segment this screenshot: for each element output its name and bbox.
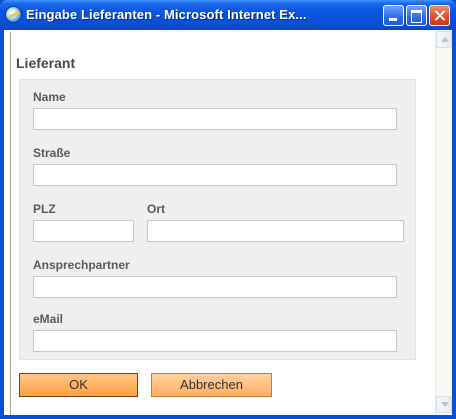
- email-label: eMail: [33, 312, 64, 326]
- ort-label: Ort: [147, 202, 165, 216]
- ansprechpartner-label: Ansprechpartner: [33, 258, 130, 272]
- close-button[interactable]: [429, 5, 450, 26]
- vertical-scrollbar[interactable]: [435, 30, 452, 415]
- window-title: Eingabe Lieferanten - Microsoft Internet…: [26, 7, 307, 22]
- strasse-label: Straße: [33, 146, 71, 160]
- scroll-up-icon[interactable]: [436, 31, 452, 48]
- cancel-button[interactable]: Abbrechen: [151, 373, 272, 397]
- minimize-button[interactable]: [383, 5, 404, 26]
- internet-explorer-icon: [5, 6, 22, 23]
- page-content: Lieferant Name Straße PLZ Ort Ansprechpa…: [4, 30, 435, 415]
- name-field[interactable]: [33, 108, 397, 130]
- browser-popup-window: Eingabe Lieferanten - Microsoft Internet…: [0, 0, 456, 419]
- scroll-down-icon[interactable]: [436, 396, 452, 413]
- plz-label: PLZ: [33, 202, 56, 216]
- strasse-field[interactable]: [33, 164, 397, 186]
- title-bar[interactable]: Eingabe Lieferanten - Microsoft Internet…: [0, 0, 456, 30]
- client-area: Lieferant Name Straße PLZ Ort Ansprechpa…: [4, 30, 452, 415]
- email-field[interactable]: [33, 330, 397, 352]
- name-label: Name: [33, 90, 66, 104]
- plz-field[interactable]: [33, 220, 134, 242]
- ansprechpartner-field[interactable]: [33, 276, 397, 298]
- section-title: Lieferant: [16, 55, 76, 71]
- maximize-button[interactable]: [406, 5, 427, 26]
- ort-field[interactable]: [147, 220, 404, 242]
- left-divider: [10, 32, 11, 415]
- form-panel: Name Straße PLZ Ort Ansprechpartner eMai…: [19, 79, 416, 360]
- ok-button[interactable]: OK: [19, 373, 138, 397]
